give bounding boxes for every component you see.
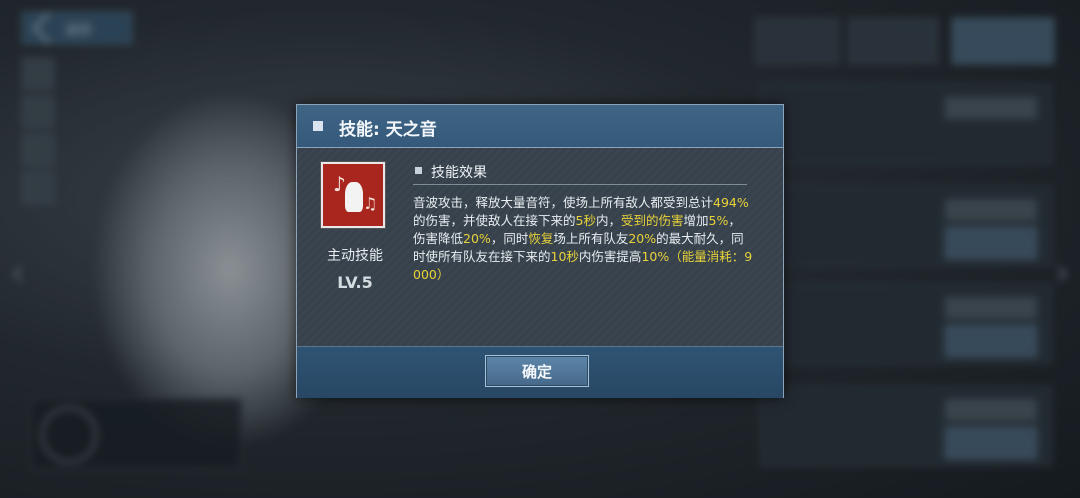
description-text: ，同时 — [490, 231, 529, 246]
description-highlight: 20% — [628, 231, 657, 246]
section-header: 技能效果 — [413, 158, 747, 185]
description-text: 内伤害提高 — [578, 249, 642, 264]
description-highlight: 受到的伤害 — [620, 213, 684, 228]
description-highlight: 20% — [463, 231, 491, 246]
dialog-body: ♪ ♫ 主动技能 LV.5 技能效果 音波攻击，释放大量音符，使场上所有敌人都受… — [297, 148, 783, 346]
skill-description: 音波攻击，释放大量音符，使场上所有敌人都受到总计494% 的伤害，并使敌人在接下来… — [413, 194, 753, 284]
dialog-footer: 确定 — [297, 346, 783, 398]
description-text: 增加 — [683, 213, 709, 228]
skill-type: 主动技能 — [327, 248, 383, 264]
skill-icon: ♪ ♫ — [321, 162, 385, 228]
description-highlight: 10秒 — [550, 249, 579, 264]
dialog-title: 技能: 天之音 — [339, 120, 437, 140]
section-square-icon — [415, 167, 422, 174]
music-note-icon: ♫ — [363, 194, 378, 213]
header-square-icon — [313, 121, 323, 131]
character-figure-icon — [345, 182, 363, 212]
description-highlight: 5秒 — [575, 213, 596, 228]
description-text: 音波攻击，释放大量音符，使场上所有敌人都受到总计 — [413, 195, 714, 210]
confirm-button[interactable]: 确定 — [485, 355, 589, 387]
description-text: 场上所有队友 — [553, 231, 629, 246]
skill-dialog: 技能: 天之音 ♪ ♫ 主动技能 LV.5 技能效果 音波攻击，释放大量音符，使… — [296, 104, 784, 398]
dialog-header: 技能: 天之音 — [297, 105, 783, 148]
description-text: 内， — [595, 213, 621, 228]
description-highlight: 恢复 — [528, 231, 554, 246]
description-highlight: 494% — [713, 195, 749, 210]
music-note-icon: ♪ — [333, 172, 346, 196]
description-highlight: 5% — [708, 213, 729, 228]
skill-level: LV.5 — [337, 273, 373, 292]
description-text: 的伤害，并使敌人在接下来的 — [413, 213, 576, 228]
section-title: 技能效果 — [431, 165, 487, 181]
